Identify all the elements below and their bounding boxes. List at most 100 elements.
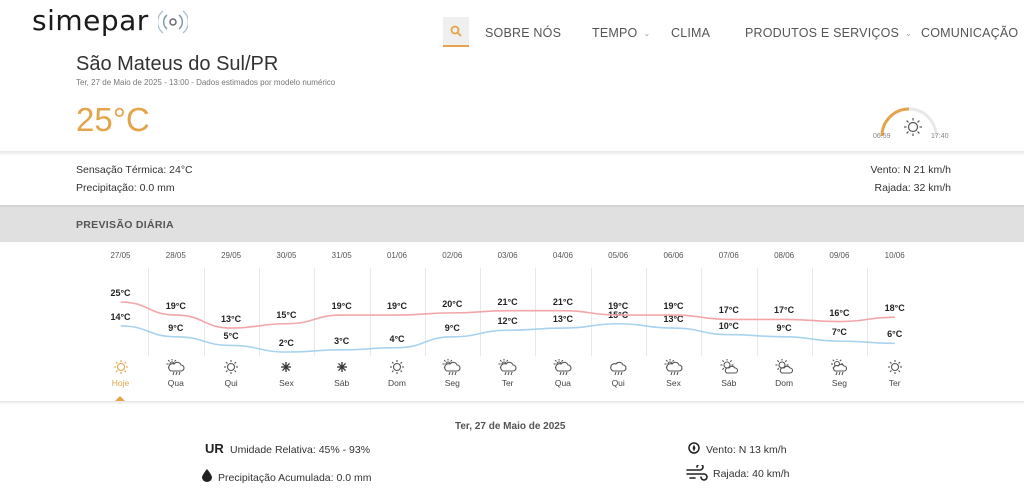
nav-item-3[interactable]: PRODUTOS E SERVIÇOS ⌄ [745, 26, 912, 40]
forecast-day-name: Sex [279, 378, 294, 388]
forecast-date: 01/06 [386, 251, 408, 260]
cloud-rain-icon [591, 359, 646, 376]
sun-bright-icon [314, 359, 369, 375]
cloud-rain-sun-icon [425, 358, 480, 376]
forecast-date: 29/05 [221, 251, 242, 260]
forecast-min-temp: 3°C [334, 335, 350, 346]
day-separator [203, 268, 205, 356]
forecast-min-temp: 13°C [552, 314, 573, 325]
precipitacao-acumulada: Precipitação Acumulada: 0.0 mm [218, 472, 372, 484]
raindrop-icon [202, 469, 212, 482]
nav-item-label: COMUNICAÇÃO [921, 26, 1019, 40]
vento: Vento: N 21 km/h [870, 164, 951, 176]
forecast-max-temp: 19°C [165, 301, 186, 312]
forecast-day-name: Sáb [721, 378, 737, 388]
chevron-down-icon: ⌄ [643, 28, 651, 38]
wind-gust-icon [686, 465, 708, 481]
forecast-section-title: PREVISÃO DIÁRIA [76, 219, 174, 231]
forecast-min-temp: 4°C [389, 333, 405, 344]
forecast-min-temp: 9°C [776, 322, 792, 333]
detail-date: Ter, 27 de Maio de 2025 [455, 421, 566, 432]
forecast-day-name: Dom [775, 378, 794, 388]
search-button[interactable] [443, 17, 469, 47]
sunset-time: 17:40 [931, 133, 949, 140]
day-separator [480, 268, 482, 356]
rajada: Rajada: 32 km/h [874, 182, 951, 194]
cloud-rain-sun-icon [535, 358, 590, 376]
forecast-date: 27/05 [110, 251, 131, 260]
umidade-relativa: Umidade Relativa: 45% - 93% [230, 444, 371, 456]
forecast-day-name: Qui [611, 378, 625, 388]
nav-item-0[interactable]: SOBRE NÓS [485, 26, 561, 40]
chevron-down-icon: ⌄ [905, 28, 912, 38]
nav-item-label: PRODUTOS E SERVIÇOS [745, 26, 900, 40]
forecast-date: 30/05 [276, 251, 297, 260]
forecast-min-temp: 6°C [887, 329, 903, 340]
forecast-min-temp: 14°C [110, 311, 131, 322]
forecast-min-temp: 9°C [444, 322, 460, 333]
forecast-date: 05/06 [608, 251, 629, 260]
sun-icon [204, 359, 259, 375]
forecast-date: 28/05 [165, 251, 186, 260]
sun-icon [904, 118, 922, 136]
forecast-max-temp: 19°C [386, 301, 408, 312]
forecast-max-temp: 19°C [663, 301, 684, 312]
compass-icon [688, 442, 700, 454]
forecast-max-temp: 15°C [276, 309, 297, 320]
cloud-rain-sun-icon [480, 358, 535, 376]
signal-waves-icon [158, 10, 188, 34]
detail-rajada: Rajada: 40 km/h [713, 468, 790, 480]
detail-vento: Vento: N 13 km/h [706, 444, 787, 456]
forecast-min-temp: 15°C [608, 309, 629, 320]
search-icon [450, 25, 462, 37]
forecast-date: 09/06 [829, 251, 850, 260]
forecast-date: 02/06 [442, 251, 463, 260]
forecast-day-name: Ter [888, 378, 901, 388]
nav-item-label: SOBRE NÓS [485, 26, 562, 40]
forecast-day-name: Qua [167, 378, 184, 388]
forecast-min-temp: 12°C [497, 316, 518, 327]
sun-cloud-rain-icon [812, 358, 867, 376]
forecast-date: 07/06 [718, 251, 739, 260]
divider [0, 401, 1024, 404]
forecast-date: 08/06 [774, 251, 795, 260]
forecast-min-temp: 9°C [168, 322, 184, 333]
forecast-min-temp: 10°C [718, 320, 739, 331]
sensacao-termica: Sensação Térmica: 24°C [76, 164, 193, 176]
sun-icon [370, 359, 425, 375]
nav-item-1[interactable]: TEMPO ⌄ [592, 26, 650, 40]
simepar-logo[interactable]: simepar [32, 4, 149, 37]
day-separator [148, 268, 150, 356]
precipitacao: Precipitação: 0.0 mm [76, 182, 175, 194]
forecast-max-temp: 19°C [331, 301, 352, 312]
nav-item-label: CLIMA [671, 26, 711, 40]
forecast-max-temp: 17°C [774, 305, 795, 316]
forecast-day-name: Qui [224, 378, 238, 388]
sun-bright-icon [259, 359, 314, 375]
day-separator [646, 268, 647, 356]
forecast-max-temp: 17°C [718, 305, 739, 316]
forecast-day-name: Seg [831, 378, 847, 388]
location-title: São Mateus do Sul/PR [76, 53, 279, 75]
cloud-rain-sun-icon [646, 358, 701, 376]
page: simepar SOBRE NÓS TEMPO ⌄ CLIMA PRODUTOS E S… [0, 0, 1024, 492]
nav-item-2[interactable]: CLIMA [671, 26, 710, 40]
forecast-max-temp: 13°C [221, 314, 242, 325]
forecast-day-name: Sáb [334, 378, 350, 388]
forecast-date: 03/06 [497, 251, 518, 260]
forecast-max-temp: 21°C [552, 296, 573, 307]
forecast-day-name: Ter [501, 378, 514, 388]
nav-item-label: TEMPO [592, 26, 638, 40]
day-separator [424, 268, 426, 356]
nav-item-4[interactable]: COMUNICAÇÃO⌄ [921, 26, 1024, 40]
ur-label: UR [205, 441, 224, 456]
forecast-day-name: Sex [666, 378, 681, 388]
forecast-date: 10/06 [884, 251, 905, 260]
sun-cloud-icon [757, 358, 812, 375]
sunrise-time: 06:59 [873, 133, 891, 140]
forecast-day-name: Seg [444, 378, 460, 388]
forecast-min-temp: 5°C [223, 331, 239, 342]
forecast-min-temp: 7°C [831, 327, 847, 338]
forecast-min-temp: 13°C [663, 314, 684, 325]
forecast-day-name: Qua [554, 378, 571, 388]
